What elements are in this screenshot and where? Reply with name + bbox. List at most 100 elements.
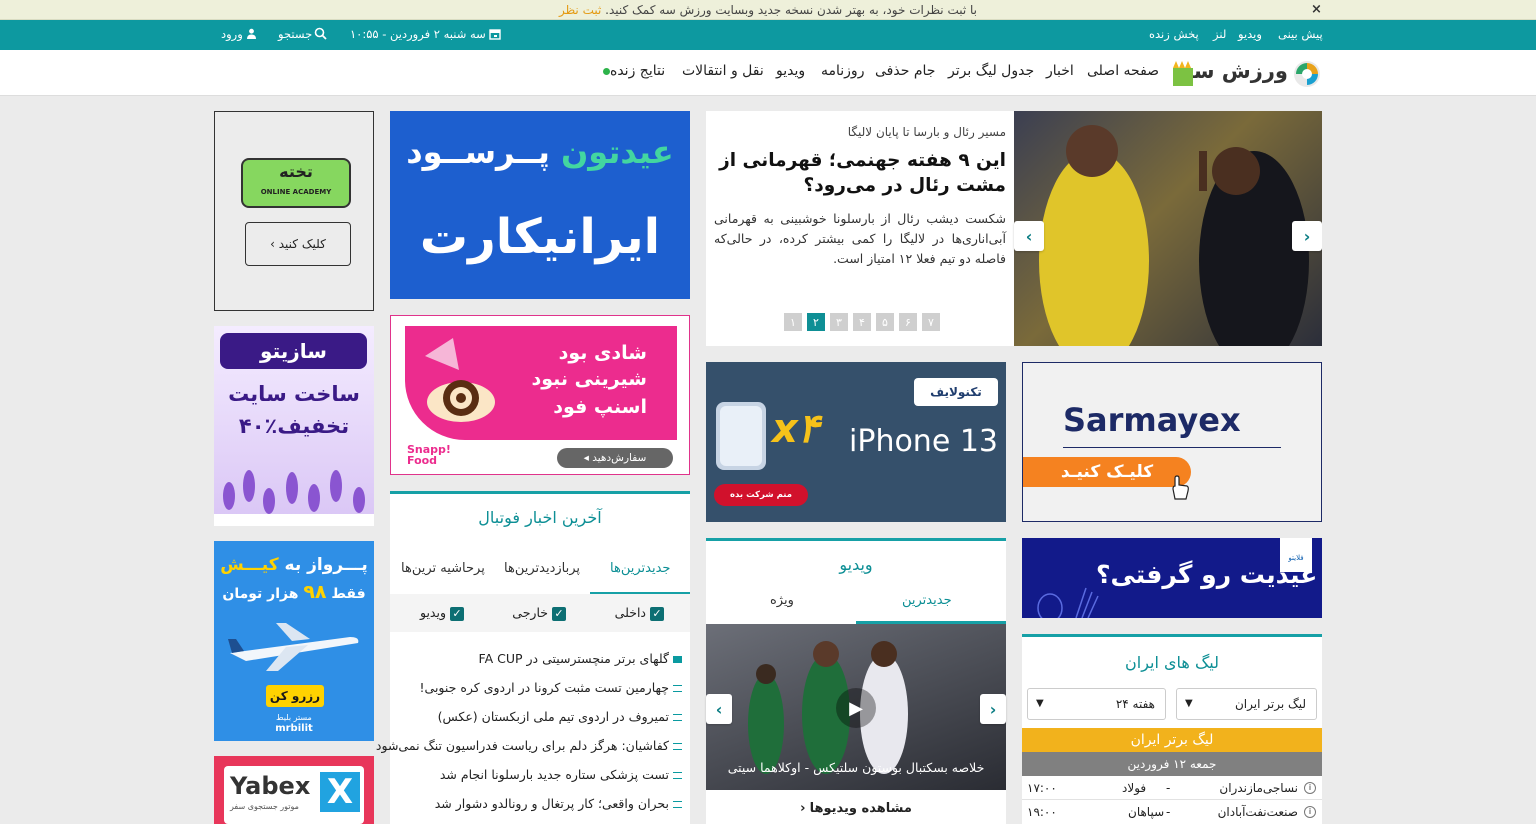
list-item[interactable]: بحران واقعی؛ کار پرتغال و رونالدو دشوار … — [435, 796, 682, 811]
saziteh-logo: سازیتو — [220, 333, 367, 369]
more-videos-link[interactable]: مشاهده ویدیوها ‹ — [706, 801, 1006, 816]
mrbilit-brand: mrbilit — [275, 723, 313, 734]
ad-yabex[interactable]: Yabex موتور جستجوی سفر X — [214, 756, 374, 824]
away-team: فولاد — [1122, 781, 1147, 795]
close-icon[interactable]: × — [1311, 2, 1322, 17]
list-item[interactable]: گلهای برتر منچسترسیتی در FA CUP — [479, 651, 682, 666]
tab-newest[interactable]: جدیدترین‌ها — [610, 561, 670, 576]
nav-item-news[interactable]: اخبار — [1046, 63, 1074, 79]
nav-item-cup[interactable]: جام حذفی — [875, 63, 935, 79]
flight-line2-text: فقط — [331, 586, 366, 602]
away-team: سپاهان — [1128, 805, 1165, 819]
hero-page-2[interactable]: ۲ — [807, 313, 825, 331]
hero-slider: مسیر رئال و بارسا تا پایان لالیگا این ۹ … — [706, 111, 1322, 346]
hero-next-button[interactable]: › — [1292, 221, 1322, 251]
yabex-panel: Yabex موتور جستجوی سفر X — [224, 766, 364, 824]
list-item[interactable]: کفاشیان: هرگز دلم برای ریاست فدراسیون تن… — [376, 738, 682, 753]
tab-video-featured[interactable]: ویژه — [770, 593, 794, 608]
list-item[interactable]: تمیروف در اردوی تیم ملی ازبکستان (عکس) — [438, 709, 682, 724]
ad-online-academy[interactable]: تخته ONLINE ACADEMY کلیک کنید › — [214, 111, 374, 311]
login-button[interactable]: ورود — [221, 27, 257, 41]
hero-page-6[interactable]: ۶ — [899, 313, 917, 331]
tab-video-newest[interactable]: جدیدترین — [902, 593, 952, 608]
tab-most-viewed[interactable]: پربازدیدترین‌ها — [504, 561, 580, 576]
ad-mrbilit-flight[interactable]: پـــرواز به کیـــش فقط ۹۸ هزار تومان رزر… — [214, 541, 374, 741]
filter-bar: ✓ داخلی ✓ خارجی ✓ ویدیو — [390, 594, 690, 632]
chevron-left-icon: ‹ — [800, 801, 806, 816]
list-item[interactable]: تست پزشکی ستاره جدید بارسلونا انجام شد — [440, 767, 682, 782]
table-row[interactable]: i نساجی‌مازندران - فولاد ۱۷:۰۰ — [1022, 776, 1322, 800]
calendar-icon — [489, 29, 501, 40]
home-team: نساجی‌مازندران — [1219, 781, 1298, 795]
video-prev-button[interactable]: ‹ — [706, 694, 732, 724]
chevron-left-icon: ‹ — [1025, 226, 1033, 246]
hero-prev-button[interactable]: ‹ — [1014, 221, 1044, 251]
list-item[interactable]: چهارمین تست مثبت کرونا در اردوی کره جنوب… — [420, 680, 682, 695]
snapp-order-button[interactable]: سفارش‌دهید ◂ — [557, 448, 673, 468]
topbar-link-prediction[interactable]: پیش بینی — [1278, 27, 1323, 41]
date-band: جمعه ۱۲ فروردین — [1022, 752, 1322, 776]
ad-sarmayex[interactable]: Sarmayex کلیـک کنیـد — [1022, 362, 1322, 522]
filter-video[interactable]: ✓ ویدیو — [420, 605, 464, 621]
video-next-button[interactable]: › — [980, 694, 1006, 724]
hero-title[interactable]: این ۹ هفته جهنمی؛ قهرمانی از مشت رئال در… — [716, 148, 1006, 198]
date-display: سه شنبه ۲ فروردین - ۱۰:۵۵ — [350, 27, 501, 41]
week-select-value: هفته ۲۴ — [1115, 697, 1155, 711]
league-select[interactable]: لیگ برتر ایران ▼ — [1176, 688, 1317, 720]
play-icon[interactable]: ▶ — [836, 688, 876, 728]
technolife-model: iPhone 13 — [849, 424, 998, 459]
nav-item-transfers[interactable]: نقل و انتقالات — [682, 63, 764, 79]
nav-item-home[interactable]: صفحه اصلی — [1087, 63, 1159, 79]
checkbox-checked-icon: ✓ — [650, 606, 664, 621]
site-logo[interactable]: ورزش سه — [1170, 58, 1322, 90]
topbar-link-live[interactable]: پخش زنده — [1149, 27, 1199, 41]
hero-image[interactable] — [1014, 111, 1322, 346]
hero-page-3[interactable]: ۳ — [830, 313, 848, 331]
table-row[interactable]: i صنعت‌نفت‌آبادان - سپاهان ۱۹:۰۰ — [1022, 800, 1322, 824]
topbar-link-video[interactable]: ویدیو — [1238, 27, 1262, 41]
nav-item-newspaper[interactable]: روزنامه — [821, 63, 864, 79]
filter-domestic[interactable]: ✓ داخلی — [615, 605, 664, 621]
text-lines-icon — [673, 685, 682, 692]
notice-feedback-link[interactable]: ثبت نظر — [559, 3, 601, 17]
irankart-line1: عیدتون پــرســود — [390, 133, 690, 171]
user-icon — [246, 28, 256, 39]
top-bar: پیش بینی ویدیو لنز پخش زنده سه شنبه ۲ فر… — [0, 20, 1536, 50]
mrbilit-brand-fa: مستر بلیط — [276, 713, 312, 722]
hero-page-1[interactable]: ۱ — [784, 313, 802, 331]
snapp-line3: اسنپ فود — [553, 396, 647, 418]
lavender-flowers-icon — [214, 470, 374, 526]
info-icon[interactable]: i — [1304, 806, 1316, 818]
ad-saziteh[interactable]: سازیتو ساخت سایت ۴۰٪تخفیف — [214, 326, 374, 526]
academy-click-button[interactable]: کلیک کنید › — [245, 222, 351, 266]
nav-item-video[interactable]: ویدیو — [776, 63, 805, 79]
tab-most-controversial[interactable]: پرحاشیه ترین‌ها — [401, 561, 485, 576]
flight-reserve-button[interactable]: رزرو کن — [266, 685, 324, 707]
ad-technolife[interactable]: تکنولایف iPhone 13 x۴ منم شرکت بده — [706, 362, 1006, 522]
ad-irankart[interactable]: عیدتون پــرســود ایرانیکارت — [390, 111, 690, 299]
flight-line1-text: پـــرواز به — [284, 555, 368, 575]
nav-item-live-results[interactable]: نتایج زنده — [598, 63, 665, 79]
filter-foreign[interactable]: ✓ خارجی — [512, 605, 566, 621]
yabex-tagline: موتور جستجوی سفر — [230, 802, 299, 811]
live-results-label: نتایج زنده — [610, 63, 666, 79]
technolife-cta-button[interactable]: منم شرکت بده — [714, 484, 808, 506]
nav-item-league-table[interactable]: جدول لیگ برتر — [948, 63, 1034, 79]
week-select[interactable]: هفته ۲۴ ▼ — [1027, 688, 1166, 720]
hero-page-5[interactable]: ۵ — [876, 313, 894, 331]
logo-badge-icon — [1173, 61, 1193, 86]
yabex-logo: Yabex — [230, 772, 311, 800]
video-thumbnail[interactable]: ▶ ‹ › خلاصه بسکتبال بوستون سلتیکس - اوکل… — [706, 624, 1006, 790]
info-icon[interactable]: i — [1304, 782, 1316, 794]
search-button[interactable]: جستجو — [278, 27, 327, 41]
sarmayex-click-button[interactable]: کلیـک کنیـد — [1023, 457, 1191, 487]
leagues-title: لیگ های ایران — [1125, 653, 1219, 672]
chevron-right-icon: › — [989, 699, 997, 719]
irankart-line1-text: پــرســود — [406, 133, 550, 171]
ad-flytoday-eid[interactable]: فلایتو عیدیت رو گرفتی؟ — [1022, 538, 1322, 618]
ad-snappfood[interactable]: شادی بود شیرینی نبود اسنپ فود Snapp! Foo… — [390, 315, 690, 475]
hero-page-7[interactable]: ۷ — [922, 313, 940, 331]
hero-page-4[interactable]: ۴ — [853, 313, 871, 331]
irankart-brand: ایرانیکارت — [419, 209, 661, 265]
topbar-link-lens[interactable]: لنز — [1213, 27, 1226, 41]
